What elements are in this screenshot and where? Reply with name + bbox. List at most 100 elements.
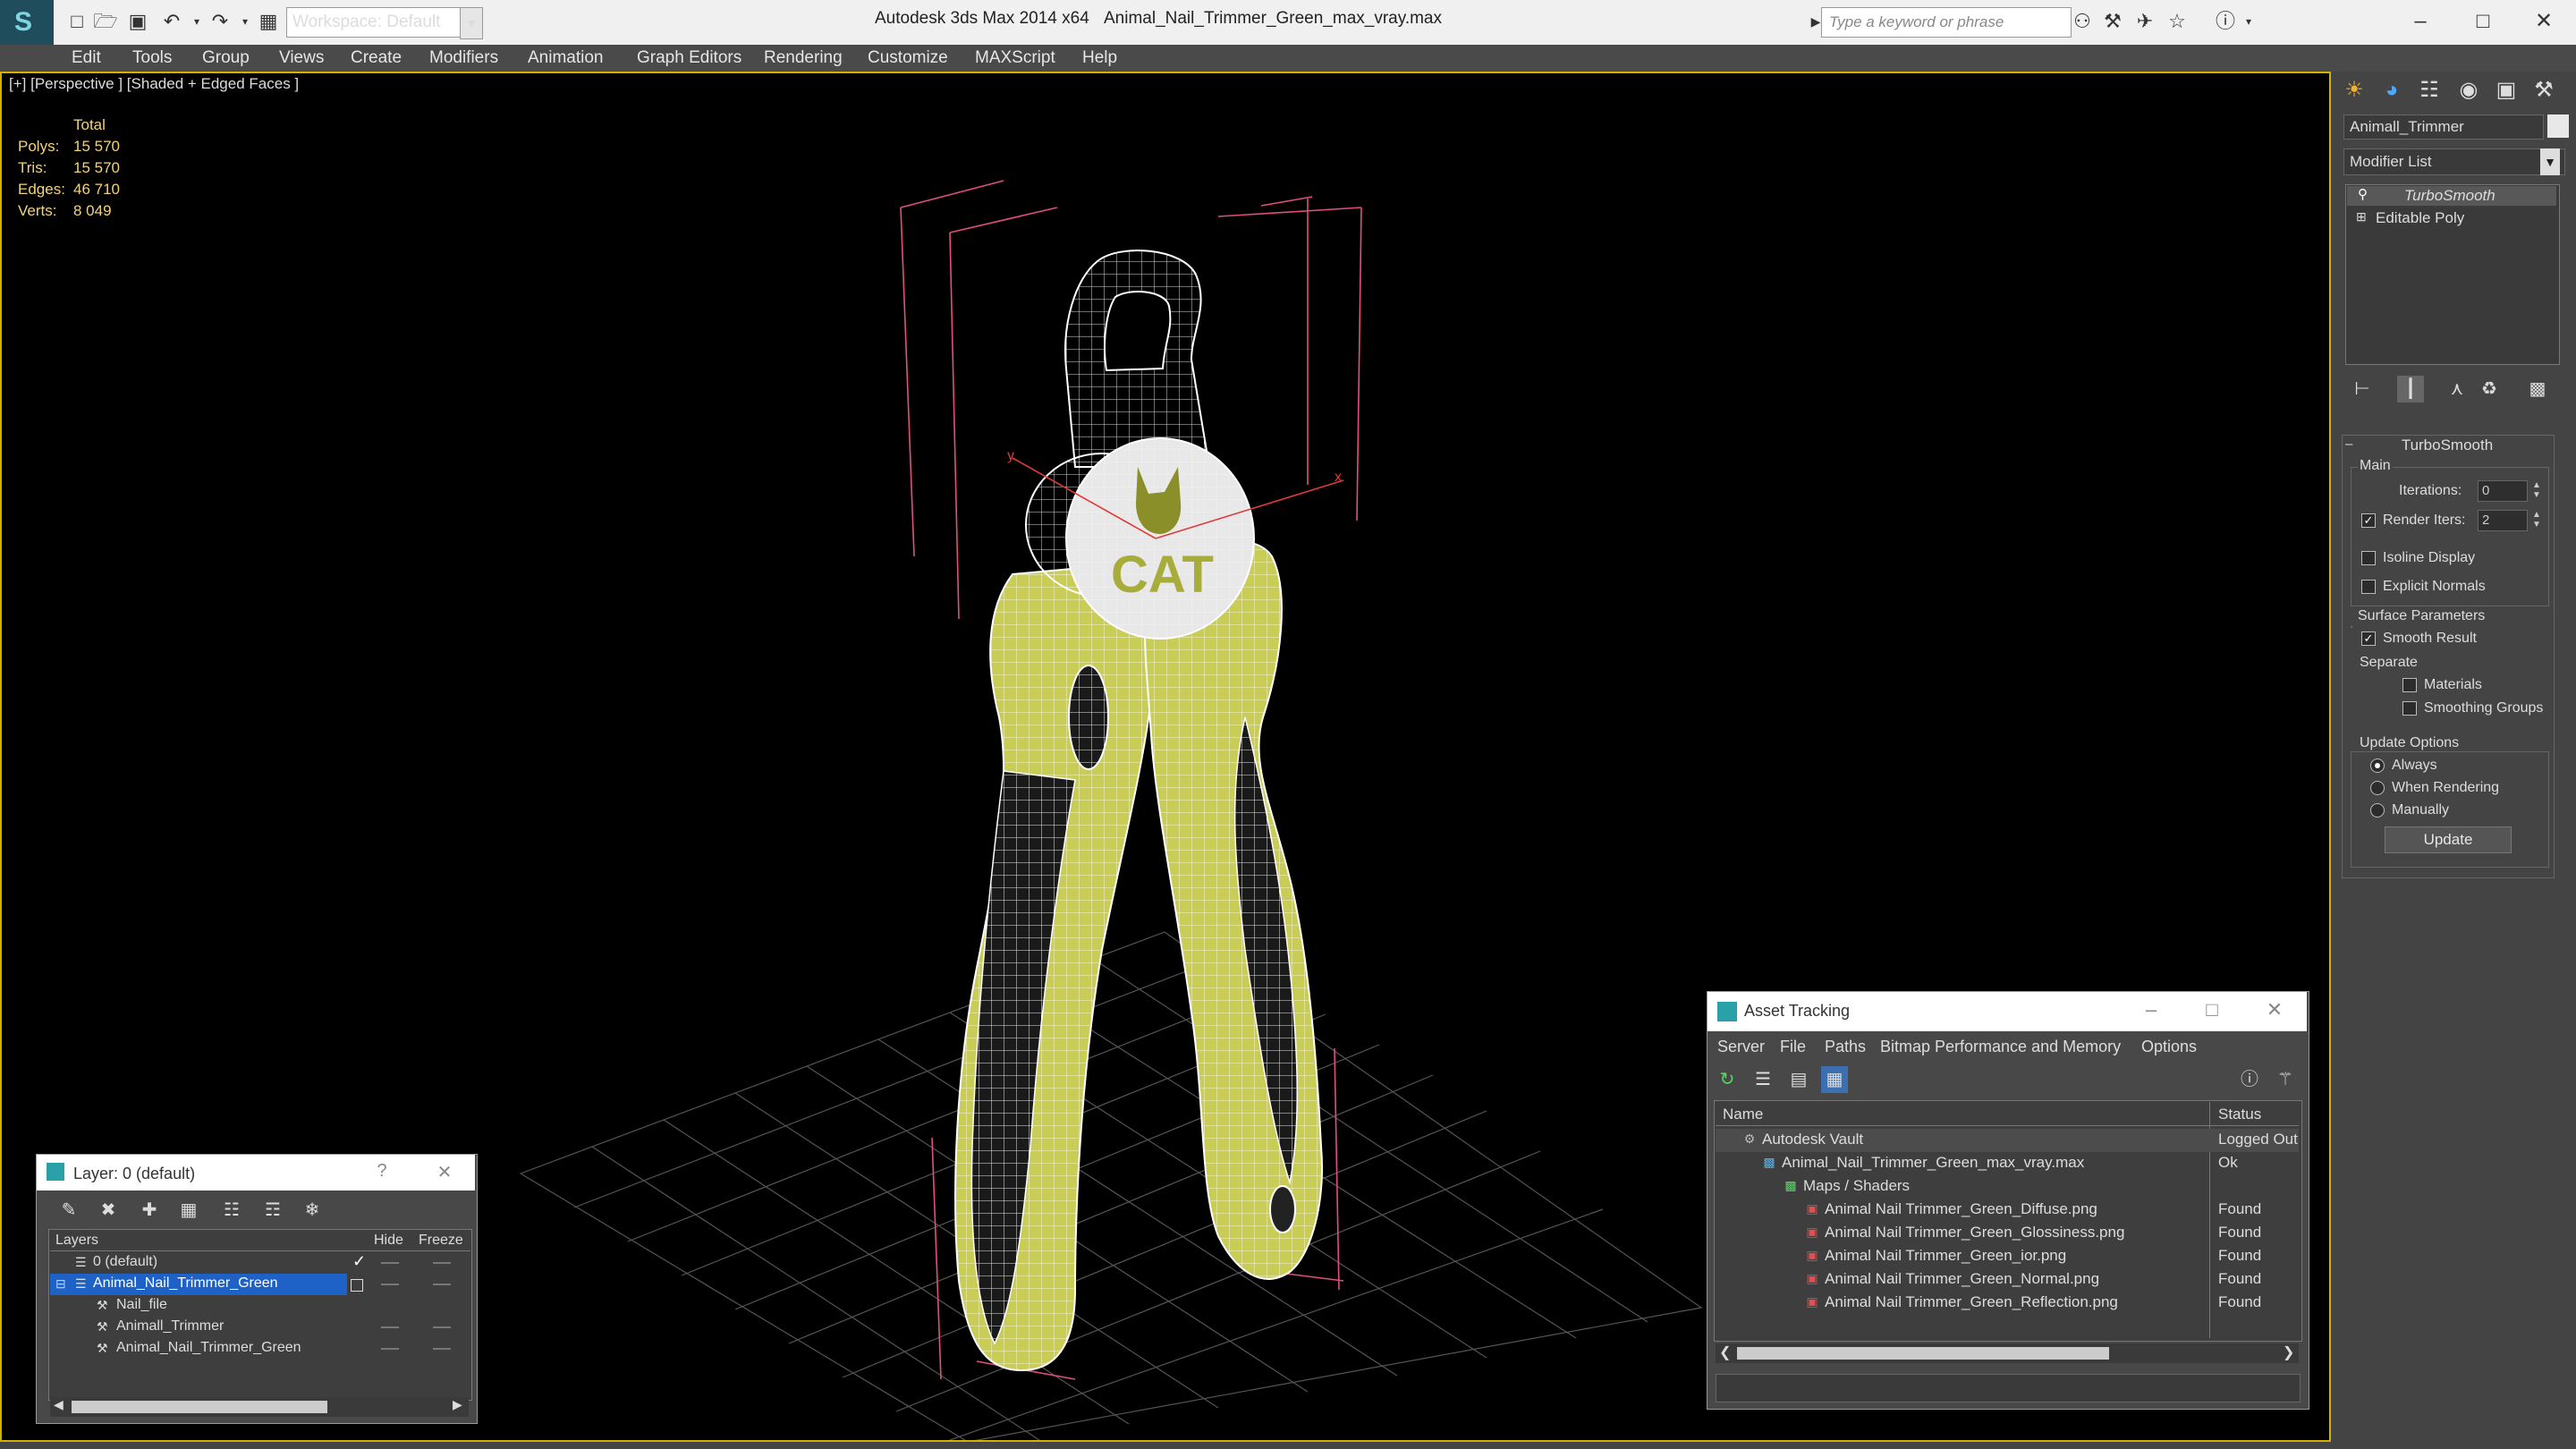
- maximize-icon[interactable]: □: [2197, 998, 2227, 1023]
- update-button[interactable]: Update: [2385, 826, 2512, 853]
- explicit-normals-checkbox[interactable]: [2361, 580, 2376, 594]
- menu-graph-editors[interactable]: Graph Editors: [637, 48, 741, 68]
- layer-select-box[interactable]: [351, 1279, 363, 1292]
- layer-row-selected[interactable]: ⊟ ☰ Animal_Nail_Trimmer_Green: [50, 1274, 347, 1295]
- subscription-icon[interactable]: ⚒: [2100, 9, 2125, 34]
- hide-toggle[interactable]: [381, 1262, 399, 1264]
- list-view-icon[interactable]: ☰: [1750, 1066, 1776, 1093]
- manually-radio[interactable]: [2370, 803, 2385, 818]
- modifier-list-dropdown[interactable]: Modifier List: [2343, 148, 2565, 175]
- menu-tools[interactable]: Tools: [132, 48, 172, 68]
- menu-animation[interactable]: Animation: [528, 48, 604, 68]
- create-tab-icon[interactable]: ☀: [2338, 75, 2370, 106]
- layer-row[interactable]: ⚒ Animall_Trimmer: [50, 1317, 470, 1338]
- refresh-icon[interactable]: ↻: [1714, 1066, 1741, 1093]
- menu-customize[interactable]: Customize: [868, 48, 948, 68]
- maximize-icon[interactable]: □: [2456, 4, 2510, 39]
- asset-menu-server[interactable]: Server: [1717, 1038, 1765, 1056]
- new-file-icon[interactable]: □: [64, 9, 89, 34]
- hide-all-icon[interactable]: ☶: [259, 1197, 286, 1224]
- vault-login-icon[interactable]: ⚚: [2272, 1066, 2299, 1093]
- asset-row[interactable]: ▣ Animal Nail Trimmer_Green_Reflection.p…: [1716, 1292, 2299, 1315]
- render-iters-spinner[interactable]: 2: [2478, 510, 2528, 531]
- asset-row[interactable]: ▣ Animal Nail Trimmer_Green_Glossiness.p…: [1716, 1222, 2299, 1245]
- render-iters-checkbox[interactable]: ✓: [2361, 513, 2376, 528]
- configure-sets-icon[interactable]: ▩: [2524, 376, 2551, 402]
- hide-toggle[interactable]: [381, 1284, 399, 1285]
- save-icon[interactable]: ▣: [125, 9, 150, 34]
- spinner-arrows-icon[interactable]: ▲ ▼: [2531, 510, 2542, 530]
- redo-icon[interactable]: ↷: [208, 9, 233, 34]
- layer-row[interactable]: ⚒ Nail_file: [50, 1295, 470, 1317]
- hierarchy-tab-icon[interactable]: ☷: [2413, 75, 2445, 106]
- isoline-display-checkbox[interactable]: [2361, 551, 2376, 565]
- freeze-toggle[interactable]: [433, 1262, 451, 1264]
- when-rendering-radio[interactable]: [2370, 781, 2385, 795]
- scroll-left-icon[interactable]: ❮: [1719, 1343, 1731, 1361]
- hide-toggle[interactable]: [381, 1348, 399, 1350]
- help-icon[interactable]: ?: [369, 1161, 395, 1184]
- scrollbar-thumb[interactable]: [1737, 1347, 2109, 1360]
- undo-dropdown-icon[interactable]: ▾: [184, 9, 209, 34]
- binoculars-icon[interactable]: ⚇: [2070, 9, 2095, 34]
- scroll-left-icon[interactable]: ◀: [54, 1397, 64, 1412]
- menu-maxscript[interactable]: MAXScript: [975, 48, 1055, 68]
- close-icon[interactable]: ✕: [431, 1161, 458, 1184]
- layer-row[interactable]: ☰ 0 (default) ✓: [50, 1252, 470, 1274]
- freeze-toggle[interactable]: [433, 1284, 451, 1285]
- chevron-down-icon[interactable]: ▼: [2540, 148, 2560, 175]
- freeze-toggle[interactable]: [433, 1348, 451, 1350]
- stack-item-editable-poly[interactable]: Editable Poly: [2376, 209, 2464, 227]
- collapse-icon[interactable]: ⊟: [55, 1276, 66, 1292]
- menu-edit[interactable]: Edit: [72, 48, 101, 68]
- close-icon[interactable]: ✕: [2517, 4, 2571, 39]
- minimize-icon[interactable]: –: [2394, 4, 2447, 39]
- menu-help[interactable]: Help: [1082, 48, 1117, 68]
- stack-item-turbosmooth[interactable]: TurboSmooth: [2404, 187, 2496, 205]
- favorites-star-icon[interactable]: ☆: [2165, 9, 2190, 34]
- close-icon[interactable]: ✕: [2259, 998, 2290, 1023]
- pin-stack-icon[interactable]: ⊢: [2349, 376, 2376, 402]
- menu-views[interactable]: Views: [279, 48, 324, 68]
- asset-row[interactable]: ▣ Animal Nail Trimmer_Green_Normal.png F…: [1716, 1268, 2299, 1292]
- motion-tab-icon[interactable]: ◉: [2453, 75, 2485, 106]
- column-name[interactable]: Name: [1723, 1106, 1763, 1123]
- hide-toggle[interactable]: [381, 1326, 399, 1328]
- new-layer-icon[interactable]: ✎: [55, 1197, 82, 1224]
- menu-create[interactable]: Create: [351, 48, 402, 68]
- add-to-layer-icon[interactable]: ✚: [136, 1197, 163, 1224]
- column-status[interactable]: Status: [2218, 1106, 2261, 1123]
- scroll-right-icon[interactable]: ▶: [453, 1397, 462, 1412]
- materials-checkbox[interactable]: [2402, 678, 2417, 692]
- help-icon[interactable]: ⓘ: [2236, 1066, 2263, 1093]
- asset-row[interactable]: ⚙ Autodesk Vault Logged Out: [1716, 1129, 2299, 1152]
- show-end-result-icon[interactable]: ┃: [2397, 376, 2424, 402]
- remove-modifier-icon[interactable]: ♻: [2476, 376, 2503, 402]
- app-menu-button[interactable]: S: [0, 0, 54, 45]
- asset-path-field[interactable]: [1716, 1374, 2301, 1402]
- column-layers[interactable]: Layers: [55, 1233, 98, 1249]
- scroll-right-icon[interactable]: ❯: [2283, 1343, 2294, 1361]
- modify-tab-icon[interactable]: ◕: [2376, 75, 2408, 106]
- object-color-swatch[interactable]: [2547, 114, 2569, 138]
- expand-plus-icon[interactable]: ⊞: [2356, 209, 2367, 225]
- workspace-dropdown-icon[interactable]: ▼: [460, 7, 483, 39]
- make-unique-icon[interactable]: ⋏: [2444, 376, 2470, 402]
- scrollbar-thumb[interactable]: [72, 1401, 327, 1413]
- asset-menu-file[interactable]: File: [1780, 1038, 1806, 1056]
- search-input[interactable]: Type a keyword or phrase: [1821, 7, 2072, 38]
- select-objects-icon[interactable]: ▦: [175, 1197, 202, 1224]
- redo-dropdown-icon[interactable]: ▾: [233, 9, 258, 34]
- always-radio[interactable]: [2370, 758, 2385, 773]
- freeze-toggle[interactable]: [433, 1326, 451, 1328]
- menu-rendering[interactable]: Rendering: [764, 48, 843, 68]
- spinner-arrows-icon[interactable]: ▲ ▼: [2531, 480, 2542, 500]
- viewport-label[interactable]: [+] [Perspective ] [Shaded + Edged Faces…: [9, 75, 299, 93]
- workspace-select[interactable]: Workspace: Default: [286, 7, 470, 38]
- asset-row[interactable]: ▩ Maps / Shaders: [1716, 1175, 2299, 1199]
- rollout-title[interactable]: TurboSmooth: [2342, 436, 2553, 454]
- active-layer-check-icon[interactable]: ✓: [352, 1252, 366, 1271]
- asset-menu-paths[interactable]: Paths: [1825, 1038, 1866, 1056]
- highlight-layer-icon[interactable]: ☷: [218, 1197, 245, 1224]
- menu-modifiers[interactable]: Modifiers: [429, 48, 498, 68]
